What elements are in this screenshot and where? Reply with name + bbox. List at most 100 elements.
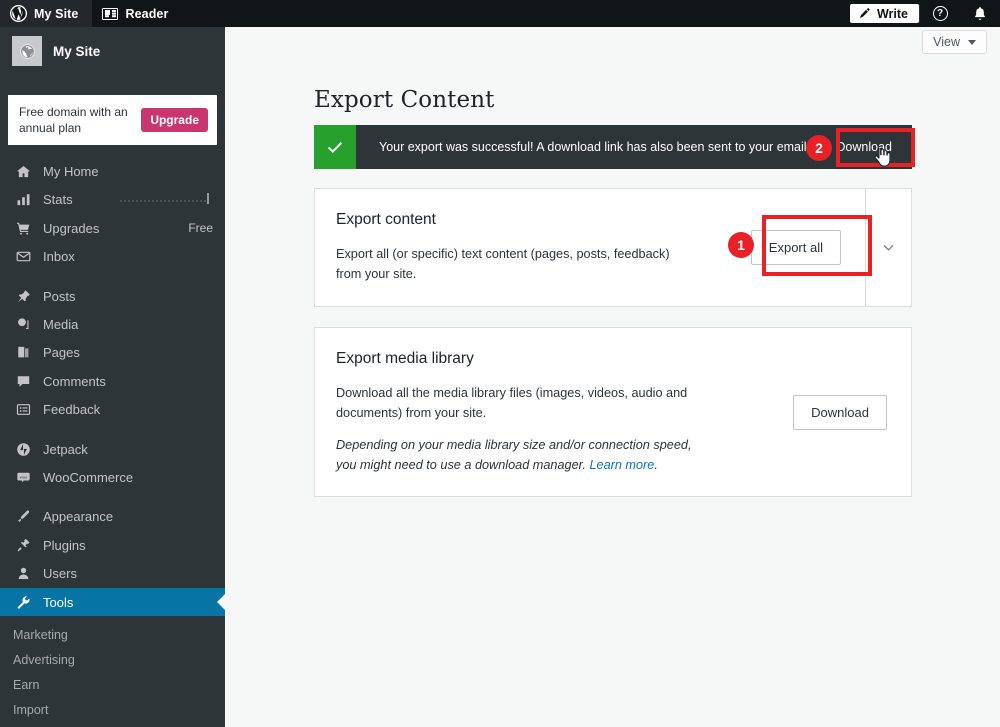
pin-icon — [13, 289, 33, 304]
help-button[interactable]: ? — [920, 0, 960, 27]
svg-text:woo: woo — [19, 474, 27, 479]
sidebar-item-media[interactable]: Media — [0, 310, 225, 338]
sidebar-item-users[interactable]: Users — [0, 559, 225, 587]
sidebar-item-plugins-label: Plugins — [43, 537, 86, 553]
export-all-button[interactable]: Export all — [750, 230, 841, 265]
sidebar-item-pages[interactable]: Pages — [0, 339, 225, 367]
sidebar-item-users-label: Users — [43, 566, 77, 582]
sidebar-site-header[interactable]: My Site — [0, 27, 225, 75]
sidebar-item-upgrades-meta: Free — [188, 221, 213, 236]
sidebar-subitem-export[interactable]: Export — [0, 722, 225, 727]
sidebar-item-jetpack-label: Jetpack — [43, 441, 88, 457]
sidebar: My Site Free domain with an annual plan … — [0, 27, 226, 727]
export-media-library-note-period: . — [654, 458, 658, 473]
mail-icon — [13, 249, 33, 264]
sidebar-subitem-earn[interactable]: Earn — [0, 672, 225, 697]
notifications-button[interactable] — [960, 0, 1000, 27]
sidebar-subitem-advertising[interactable]: Advertising — [0, 647, 225, 672]
write-button-label: Write — [876, 6, 908, 21]
sidebar-item-upgrades[interactable]: Upgrades Free — [0, 214, 225, 242]
help-icon: ? — [932, 6, 948, 21]
screen-root: My Site Reader Write ? My Site Free doma… — [0, 0, 1000, 727]
export-media-library-card-body: Export media library Download all the me… — [315, 328, 793, 496]
sidebar-item-appearance[interactable]: Appearance — [0, 503, 225, 531]
site-thumbnail-icon — [12, 36, 42, 66]
sidebar-item-inbox-label: Inbox — [43, 249, 75, 265]
export-media-library-card-description: Download all the media library files (im… — [336, 386, 688, 420]
export-content-card: Export content Export all (or specific) … — [314, 188, 912, 307]
plugins-icon — [13, 538, 33, 553]
users-icon — [13, 566, 33, 581]
sidebar-item-appearance-label: Appearance — [43, 509, 114, 525]
sidebar-item-tools[interactable]: Tools — [0, 587, 226, 617]
masterbar-my-site-label: My Site — [34, 6, 79, 21]
write-button[interactable]: Write — [849, 4, 919, 23]
reader-icon — [102, 7, 119, 20]
sidebar-item-pages-label: Pages — [43, 345, 80, 361]
sidebar-item-my-home[interactable]: My Home — [0, 157, 225, 185]
download-media-button[interactable]: Download — [793, 394, 887, 430]
annotation-badge-2: 2 — [806, 135, 832, 161]
sidebar-item-stats[interactable]: Stats — [0, 186, 225, 214]
masterbar-reader-label: Reader — [125, 6, 169, 21]
sidebar-subitem-marketing[interactable]: Marketing — [0, 622, 225, 647]
export-media-library-card: Export media library Download all the me… — [314, 327, 912, 497]
main-content: View Export Content Back up or move your… — [225, 27, 1000, 727]
notice-action-wrap: Download — [830, 125, 912, 169]
sidebar-item-feedback-label: Feedback — [43, 402, 101, 418]
pencil-icon — [860, 8, 870, 18]
appearance-icon — [13, 509, 33, 524]
upgrade-nudge: Free domain with an annual plan Upgrade — [8, 95, 217, 146]
pages-icon — [13, 345, 33, 360]
sidebar-subitem-import[interactable]: Import — [0, 697, 225, 722]
jetpack-icon — [13, 442, 33, 457]
sidebar-item-plugins[interactable]: Plugins — [0, 531, 225, 559]
export-media-library-card-actions: Download — [793, 328, 911, 496]
sidebar-item-jetpack[interactable]: Jetpack — [0, 435, 225, 463]
masterbar-spacer — [182, 0, 850, 27]
wordpress-logo-svg — [10, 5, 27, 22]
home-icon — [13, 164, 33, 179]
cart-icon — [13, 221, 33, 236]
sidebar-item-media-label: Media — [43, 317, 79, 333]
chevron-down-icon — [968, 39, 976, 45]
view-dropdown-button[interactable]: View — [922, 30, 987, 54]
sidebar-item-woocommerce-label: WooCommerce — [43, 469, 134, 485]
export-content-card-title: Export content — [336, 211, 436, 228]
sidebar-item-feedback[interactable]: Feedback — [0, 396, 225, 424]
sidebar-item-comments[interactable]: Comments — [0, 367, 225, 395]
export-content-card-actions: Export all — [750, 189, 865, 306]
hand-cursor-svg — [874, 147, 891, 167]
export-content-card-body: Export content Export all (or specific) … — [315, 189, 751, 306]
upgrade-button[interactable]: Upgrade — [141, 108, 208, 133]
media-icon — [13, 317, 33, 332]
export-media-library-learn-more-link[interactable]: Learn more — [589, 458, 654, 472]
export-content-card-description: Export all (or specific) text content (p… — [336, 247, 670, 281]
sidebar-submenu-tools: Marketing Advertising Earn Import Export — [0, 616, 225, 727]
stats-sparkline-icon — [118, 190, 213, 209]
export-content-card-expand-toggle[interactable] — [865, 189, 911, 306]
upgrade-nudge-text: Free domain with an annual plan — [19, 105, 128, 136]
export-media-library-card-note: Depending on your media library size and… — [336, 436, 711, 475]
sidebar-item-tools-label: Tools — [43, 594, 74, 610]
page-title: Export Content — [314, 87, 495, 113]
masterbar-my-site[interactable]: My Site — [0, 0, 93, 27]
mouse-cursor-pointer-icon — [873, 147, 891, 172]
sidebar-item-inbox[interactable]: Inbox — [0, 243, 225, 271]
masterbar-reader[interactable]: Reader — [92, 0, 182, 27]
masterbar: My Site Reader Write ? — [0, 0, 1000, 27]
sidebar-item-my-home-label: My Home — [43, 164, 99, 180]
sidebar-item-posts[interactable]: Posts — [0, 282, 225, 310]
bell-icon — [975, 7, 985, 20]
sidebar-gap-1 — [0, 271, 225, 282]
sidebar-gap-2 — [0, 424, 225, 435]
export-media-library-card-title: Export media library — [336, 350, 474, 367]
sidebar-item-posts-label: Posts — [43, 288, 76, 304]
globe-icon — [19, 43, 35, 59]
stats-icon — [13, 192, 33, 207]
woocommerce-icon: woo — [13, 470, 33, 485]
sidebar-item-woocommerce[interactable]: woo WooCommerce — [0, 463, 225, 491]
wordpress-logo-icon — [10, 5, 27, 22]
view-dropdown-label: View — [933, 35, 960, 49]
sidebar-item-upgrades-label: Upgrades — [43, 220, 100, 236]
